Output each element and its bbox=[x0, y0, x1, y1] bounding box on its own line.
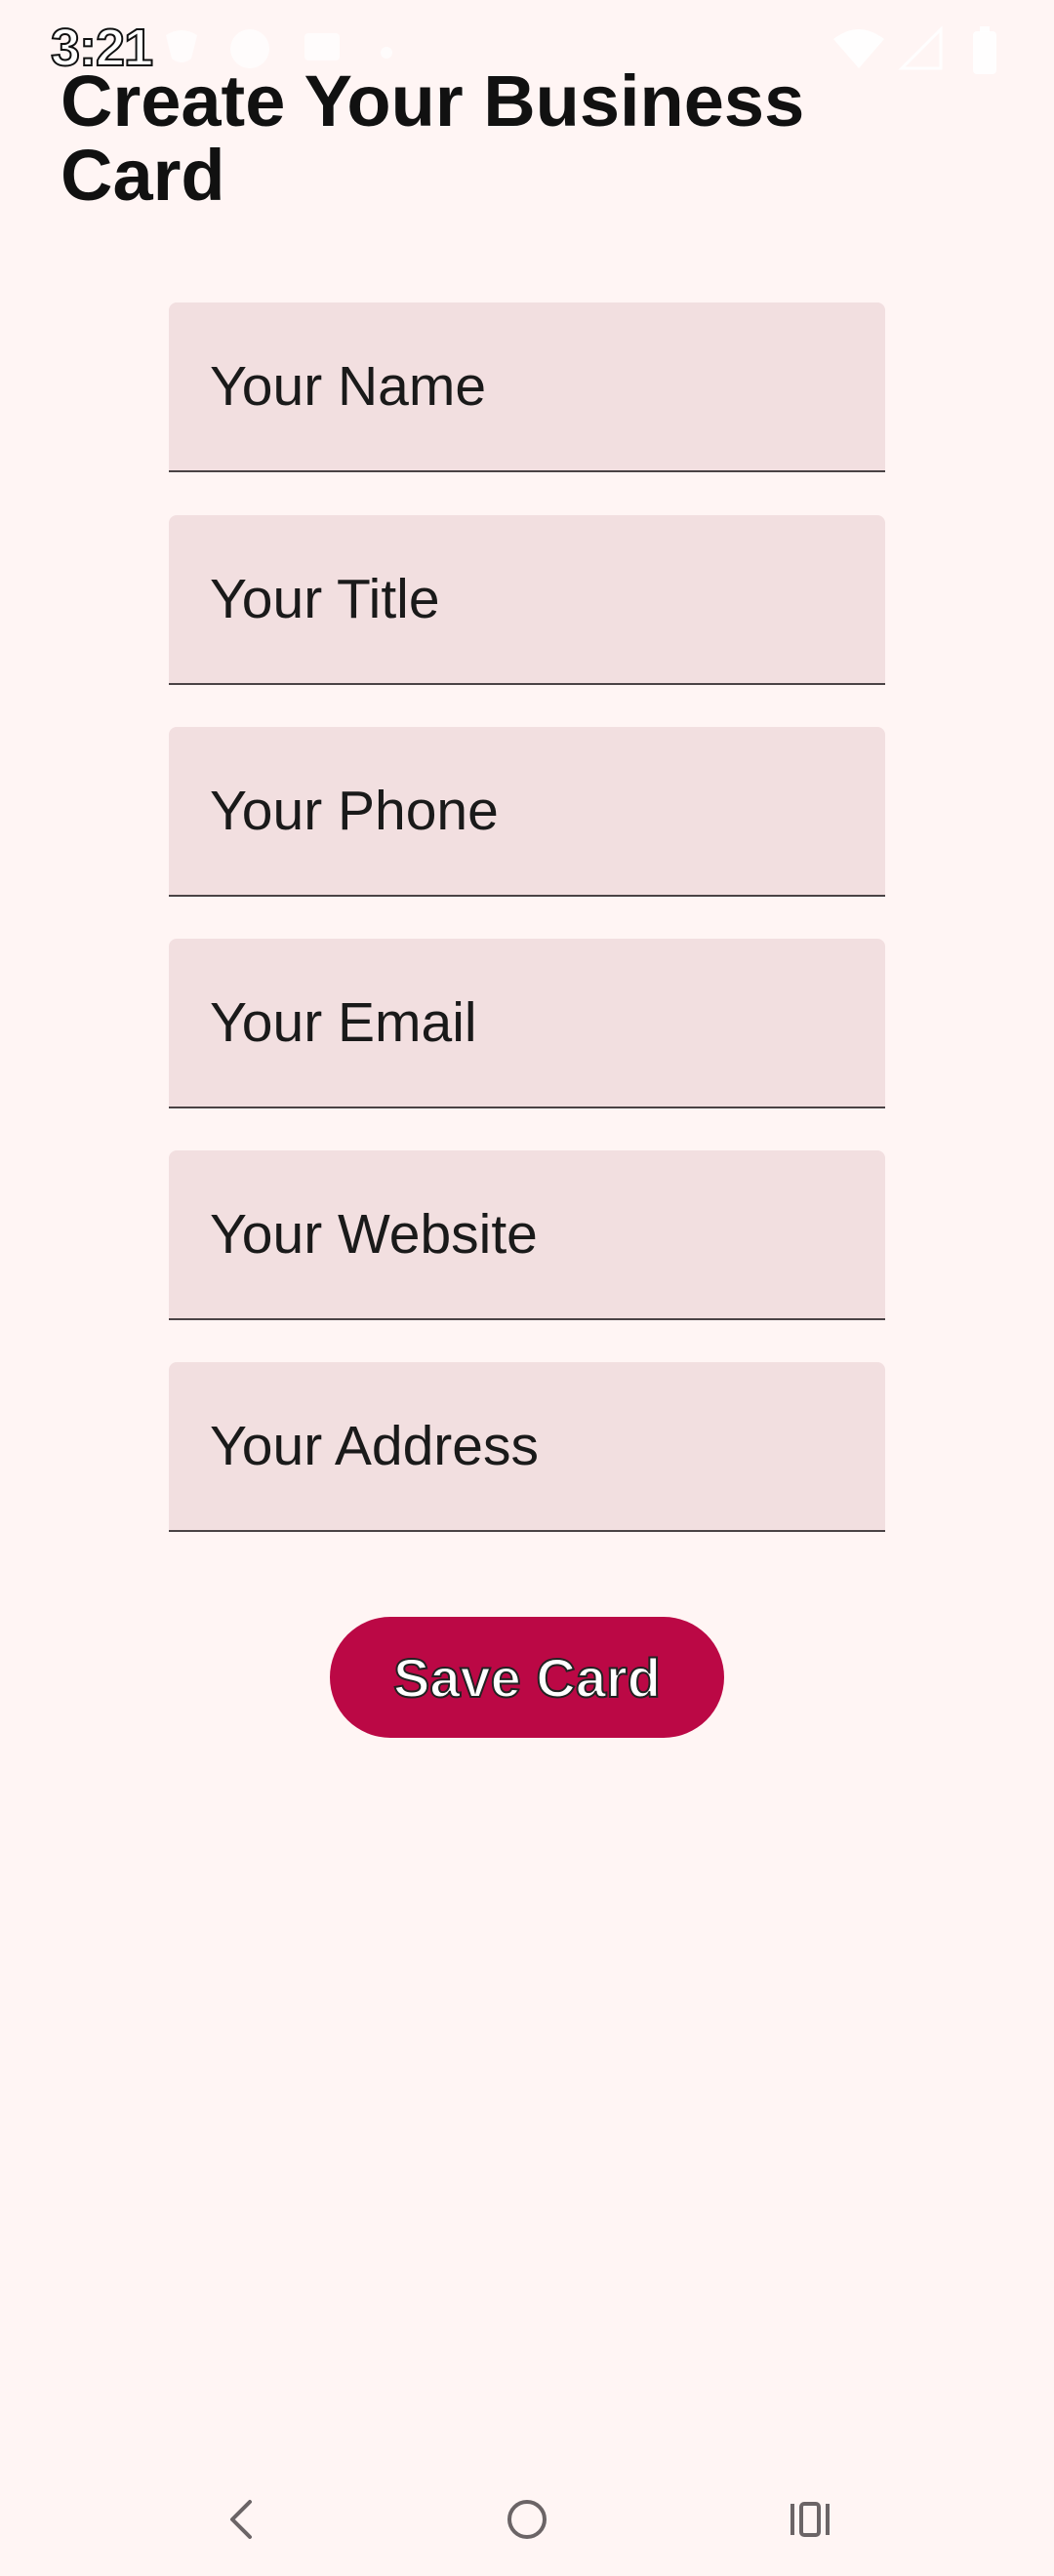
address-field[interactable] bbox=[169, 1362, 885, 1532]
website-input[interactable] bbox=[210, 1150, 854, 1318]
phone-field[interactable] bbox=[169, 727, 885, 897]
back-icon[interactable] bbox=[209, 2488, 271, 2551]
name-field[interactable] bbox=[169, 302, 885, 472]
navigation-bar bbox=[0, 2459, 1054, 2576]
recents-icon[interactable] bbox=[779, 2488, 841, 2551]
battery-icon bbox=[970, 25, 999, 74]
page-title: Create Your Business Card bbox=[61, 60, 805, 216]
website-field[interactable] bbox=[169, 1150, 885, 1320]
name-input[interactable] bbox=[210, 302, 854, 470]
email-input[interactable] bbox=[210, 939, 854, 1107]
address-input[interactable] bbox=[210, 1362, 854, 1530]
phone-input[interactable] bbox=[210, 727, 854, 895]
email-field[interactable] bbox=[169, 939, 885, 1108]
title-input[interactable] bbox=[210, 515, 854, 683]
home-icon[interactable] bbox=[496, 2488, 558, 2551]
title-field[interactable] bbox=[169, 515, 885, 685]
save-card-button[interactable]: Save Card bbox=[330, 1617, 724, 1738]
